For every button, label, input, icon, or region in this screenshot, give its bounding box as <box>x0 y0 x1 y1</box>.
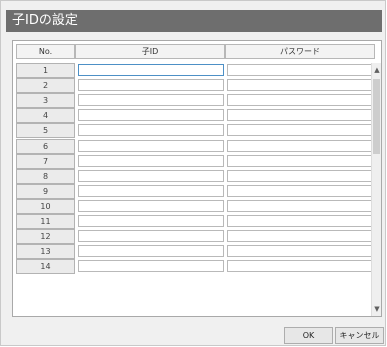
table-row: 13 <box>16 244 373 260</box>
row-number: 14 <box>16 259 75 275</box>
row-number: 10 <box>16 198 75 214</box>
child-id-input[interactable] <box>78 124 224 137</box>
password-input[interactable] <box>227 124 373 137</box>
child-id-input[interactable] <box>78 260 224 273</box>
child-id-input[interactable] <box>78 199 224 212</box>
row-number: 3 <box>16 93 75 109</box>
title-bar: 子IDの設定 <box>6 10 382 32</box>
row-number: 5 <box>16 123 75 139</box>
column-header-no: No. <box>16 44 75 59</box>
table-row: 1 <box>16 63 373 78</box>
password-input[interactable] <box>227 109 373 122</box>
row-number: 4 <box>16 108 75 124</box>
child-id-input[interactable] <box>78 94 224 107</box>
table-row: 7 <box>16 153 373 169</box>
password-input[interactable] <box>227 169 373 182</box>
password-input[interactable] <box>227 64 373 76</box>
table-row: 5 <box>16 123 373 139</box>
table-row: 2 <box>16 78 373 94</box>
table-row: 14 <box>16 259 373 275</box>
child-id-input[interactable] <box>78 109 224 122</box>
password-input[interactable] <box>227 79 373 92</box>
ok-button[interactable]: OK <box>284 327 333 344</box>
table-row: 9 <box>16 183 373 199</box>
scrollbar-thumb[interactable] <box>373 79 380 154</box>
password-input[interactable] <box>227 199 373 212</box>
child-id-input[interactable] <box>78 215 224 227</box>
child-id-settings-dialog: 子IDの設定 No. 子ID パスワード 1 2 3 4 5 6 7 8 9 10 11 12 13 14… <box>0 0 386 346</box>
password-input[interactable] <box>227 94 373 107</box>
chevron-up-icon[interactable]: ▲ <box>372 63 381 77</box>
child-id-input[interactable] <box>78 169 224 182</box>
row-number: 1 <box>16 63 75 78</box>
table-row: 3 <box>16 93 373 109</box>
child-id-table: No. 子ID パスワード 1 2 3 4 5 6 7 8 9 10 11 12 13 14 ▲ ▼ <box>12 40 382 317</box>
child-id-input[interactable] <box>78 64 224 76</box>
chevron-down-icon[interactable]: ▼ <box>372 302 381 316</box>
password-input[interactable] <box>227 154 373 167</box>
child-id-input[interactable] <box>78 154 224 167</box>
password-input[interactable] <box>227 184 373 197</box>
row-number: 8 <box>16 168 75 184</box>
child-id-input[interactable] <box>78 245 224 258</box>
column-header-password: パスワード <box>225 44 375 59</box>
table-row: 10 <box>16 198 373 214</box>
row-number: 7 <box>16 153 75 169</box>
dialog-title: 子IDの設定 <box>12 13 78 28</box>
password-input[interactable] <box>227 260 373 273</box>
child-id-input[interactable] <box>78 184 224 197</box>
table-row: 12 <box>16 229 373 245</box>
row-number: 13 <box>16 244 75 260</box>
row-number: 12 <box>16 229 75 245</box>
child-id-input[interactable] <box>78 230 224 243</box>
child-id-input[interactable] <box>78 139 224 152</box>
vertical-scrollbar[interactable]: ▲ ▼ <box>371 63 381 316</box>
password-input[interactable] <box>227 139 373 152</box>
table-row: 11 <box>16 214 373 229</box>
table-row: 4 <box>16 108 373 124</box>
row-number: 11 <box>16 214 75 229</box>
table-row: 6 <box>16 138 373 154</box>
table-row: 8 <box>16 168 373 184</box>
row-number: 6 <box>16 138 75 154</box>
password-input[interactable] <box>227 245 373 258</box>
child-id-input[interactable] <box>78 79 224 92</box>
row-number: 9 <box>16 183 75 199</box>
password-input[interactable] <box>227 215 373 227</box>
row-number: 2 <box>16 78 75 94</box>
cancel-button[interactable]: キャンセル <box>335 327 384 344</box>
table-rows: 1 2 3 4 5 6 7 8 9 10 11 12 13 14 <box>16 63 373 316</box>
column-header-child-id: 子ID <box>75 44 225 59</box>
password-input[interactable] <box>227 230 373 243</box>
